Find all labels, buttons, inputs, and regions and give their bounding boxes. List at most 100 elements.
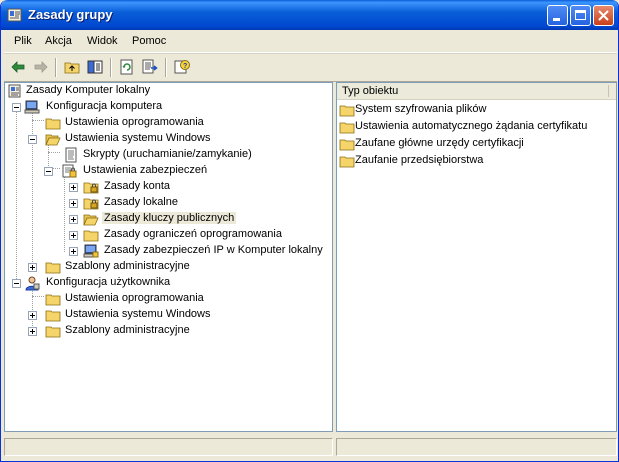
folder-icon	[45, 310, 61, 322]
tree-item-software-restriction[interactable]: Zasady ograniczeń oprogramowania	[5, 227, 325, 243]
svg-text:?: ?	[183, 63, 187, 70]
tree-item-scripts[interactable]: Skrypty (uruchamianie/zamykanie)	[5, 147, 325, 163]
tree-collapse-toggle[interactable]	[28, 135, 37, 144]
menu-help[interactable]: Pomoc	[132, 35, 166, 47]
list-item[interactable]: System szyfrowania plików	[337, 102, 616, 118]
column-header-object-type[interactable]: Typ obiektu	[337, 83, 616, 100]
list-item[interactable]: Zaufane główne urzędy certyfikacji	[337, 136, 616, 152]
tree-item-label: Zasady lokalne	[104, 196, 178, 208]
refresh-icon[interactable]	[118, 58, 136, 76]
close-icon	[598, 10, 609, 21]
tree-item-public-key-policies[interactable]: Zasady kluczy publicznych	[5, 211, 325, 227]
tree-collapse-toggle[interactable]	[12, 279, 21, 288]
tree-expand-toggle[interactable]	[28, 311, 37, 320]
toolbar-separator	[165, 58, 167, 77]
folder-icon	[339, 139, 355, 151]
folder-icon	[45, 262, 61, 274]
list-item[interactable]: Zaufanie przedsiębiorstwa	[337, 153, 616, 169]
menu-action[interactable]: Akcja	[45, 35, 72, 47]
help-icon[interactable]: ?	[173, 58, 191, 76]
list-item-label: Ustawienia automatycznego żądania certyf…	[355, 120, 588, 132]
toolbar-separator	[55, 58, 57, 77]
tree-item-label: Zasady ograniczeń oprogramowania	[104, 228, 282, 240]
tree-collapse-toggle[interactable]	[12, 103, 21, 112]
tree-item-label: Szablony administracyjne	[65, 260, 190, 272]
menu-view[interactable]: Widok	[87, 35, 118, 47]
toolbar-separator	[110, 58, 112, 77]
toolbar: ?	[4, 53, 617, 82]
folder-icon	[45, 326, 61, 338]
tree-item-label: Konfiguracja komputera	[46, 100, 163, 112]
column-header-label: Typ obiektu	[342, 85, 399, 97]
tree-item-label: Ustawienia systemu Windows	[65, 308, 211, 320]
folder-icon	[339, 105, 355, 117]
export-list-icon[interactable]	[141, 58, 159, 76]
column-divider[interactable]	[608, 85, 609, 97]
folder-icon	[339, 122, 355, 134]
folder-icon	[83, 230, 99, 242]
folder-icon	[339, 156, 355, 168]
tree-item-label: Ustawienia oprogramowania	[65, 116, 204, 128]
minimize-icon	[553, 18, 560, 21]
folder-icon	[45, 294, 61, 306]
tree-item-computer-config[interactable]: Konfiguracja komputera	[5, 99, 325, 115]
lock-folder-icon	[83, 182, 99, 194]
maximize-button[interactable]	[570, 5, 591, 26]
title-bar[interactable]: Zasady grupy	[1, 0, 618, 30]
window-title: Zasady grupy	[28, 7, 113, 22]
tree-item-security-settings[interactable]: Ustawienia zabezpieczeń	[5, 163, 325, 179]
tree-item-user-admin-templates[interactable]: Szablony administracyjne	[5, 323, 325, 339]
minimize-button[interactable]	[547, 5, 568, 26]
tree-item-label: Zasady konta	[104, 180, 171, 192]
tree-expand-toggle[interactable]	[69, 215, 78, 224]
list-item[interactable]: Ustawienia automatycznego żądania certyf…	[337, 119, 616, 135]
tree-expand-toggle[interactable]	[69, 247, 78, 256]
tree-item-label: Zasady kluczy publicznych	[102, 212, 237, 224]
security-icon	[62, 164, 77, 178]
tree-item-label: Skrypty (uruchamianie/zamykanie)	[83, 148, 252, 160]
user-icon	[25, 276, 40, 291]
list-item-label: Zaufanie przedsiębiorstwa	[355, 154, 484, 166]
tree-expand-toggle[interactable]	[69, 199, 78, 208]
main-window: Zasady grupy Plik Akcja Widok Pomoc ? Za…	[0, 0, 619, 462]
tree-item-label: Konfiguracja użytkownika	[46, 276, 171, 288]
tree-item-user-windows-settings[interactable]: Ustawienia systemu Windows	[5, 307, 325, 323]
script-icon	[65, 147, 77, 163]
forward-arrow-icon[interactable]	[32, 58, 50, 76]
tree-item-label: Zasady zabezpieczeń IP w Komputer lokaln…	[104, 244, 323, 256]
folder-open-icon	[83, 214, 99, 226]
up-folder-icon[interactable]	[63, 58, 81, 76]
menu-file[interactable]: Plik	[14, 35, 32, 47]
tree-item-label: Szablony administracyjne	[65, 324, 190, 336]
status-cell	[336, 438, 617, 456]
console-tree-pane[interactable]: Zasady Komputer lokalny Konfiguracja kom…	[4, 82, 333, 432]
tree-item-admin-templates[interactable]: Szablony administracyjne	[5, 259, 325, 275]
status-cell	[4, 438, 333, 456]
maximize-icon	[575, 10, 586, 20]
group-policy-icon	[7, 8, 22, 22]
folder-open-icon	[45, 134, 61, 146]
tree-item-ip-security[interactable]: Zasady zabezpieczeń IP w Komputer lokaln…	[5, 243, 325, 259]
computer-icon	[24, 100, 40, 114]
show-tree-icon[interactable]	[86, 58, 104, 76]
tree-collapse-toggle[interactable]	[44, 167, 53, 176]
tree-item-software-settings[interactable]: Ustawienia oprogramowania	[5, 115, 325, 131]
tree-expand-toggle[interactable]	[28, 327, 37, 336]
results-list-pane[interactable]: Typ obiektu System szyfrowania plików Us…	[336, 82, 617, 432]
tree-item-account-policies[interactable]: Zasady konta	[5, 179, 325, 195]
tree-item-user-software-settings[interactable]: Ustawienia oprogramowania	[5, 291, 325, 307]
list-item-label: Zaufane główne urzędy certyfikacji	[355, 137, 524, 149]
back-arrow-icon[interactable]	[9, 58, 27, 76]
tree-item-root[interactable]: Zasady Komputer lokalny	[5, 83, 325, 99]
ip-security-icon	[83, 244, 99, 258]
tree-item-label: Ustawienia zabezpieczeń	[83, 164, 208, 176]
list-item-label: System szyfrowania plików	[355, 103, 487, 115]
tree-item-windows-settings[interactable]: Ustawienia systemu Windows	[5, 131, 325, 147]
tree-expand-toggle[interactable]	[69, 183, 78, 192]
tree-item-user-config[interactable]: Konfiguracja użytkownika	[5, 275, 325, 291]
tree-expand-toggle[interactable]	[28, 263, 37, 272]
tree-item-local-policies[interactable]: Zasady lokalne	[5, 195, 325, 211]
lock-folder-icon	[83, 198, 99, 210]
close-button[interactable]	[593, 5, 614, 26]
tree-expand-toggle[interactable]	[69, 231, 78, 240]
